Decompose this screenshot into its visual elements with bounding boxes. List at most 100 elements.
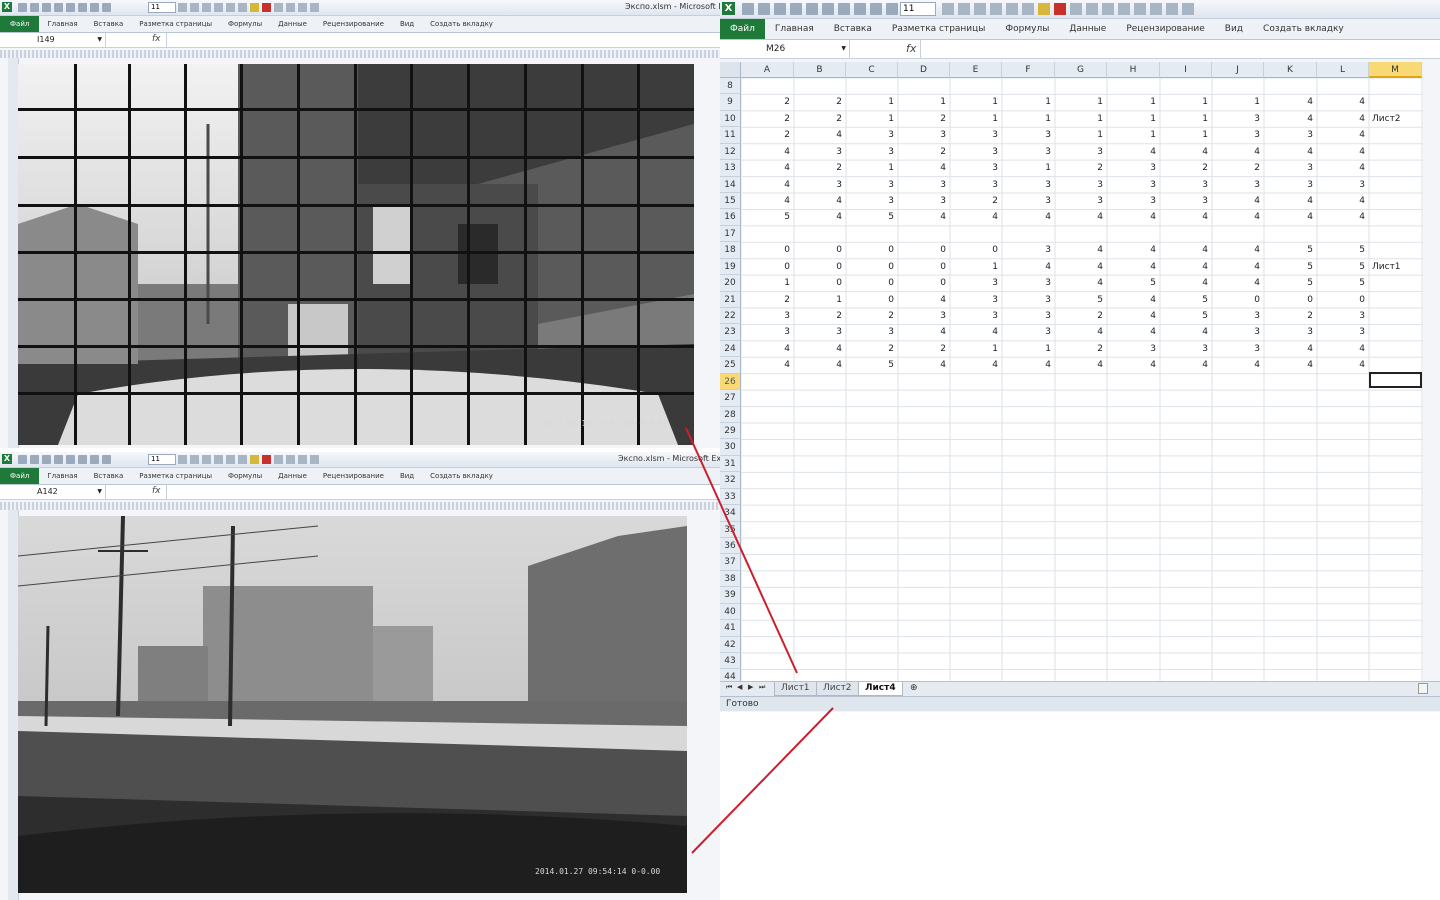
cell-i25[interactable]: 4 [1160, 357, 1212, 373]
cell-l10[interactable]: 4 [1317, 111, 1369, 127]
cell-b22[interactable]: 2 [794, 308, 846, 324]
row-header-24[interactable]: 24 [720, 340, 741, 358]
cell-h12[interactable]: 4 [1107, 144, 1160, 160]
tab-review[interactable]: Рецензирование [1116, 24, 1214, 34]
cell-h24[interactable]: 3 [1107, 341, 1160, 357]
cell-f14[interactable]: 3 [1002, 177, 1055, 193]
horizontal-scrollbar[interactable] [1418, 683, 1428, 694]
cell-f13[interactable]: 1 [1002, 160, 1055, 176]
column-header-l[interactable]: L [1317, 62, 1369, 78]
cell-i9[interactable]: 1 [1160, 94, 1212, 110]
cell-k12[interactable]: 4 [1264, 144, 1317, 160]
cell-a21[interactable]: 2 [741, 292, 794, 308]
cell-e18[interactable]: 0 [950, 242, 1002, 258]
cell-a16[interactable]: 5 [741, 209, 794, 225]
tab-create[interactable]: Создать вкладку [422, 20, 501, 28]
cell-f21[interactable]: 3 [1002, 292, 1055, 308]
row-header-15[interactable]: 15 [720, 193, 741, 210]
cell-j13[interactable]: 2 [1212, 160, 1264, 176]
row-header-26[interactable]: 26 [720, 373, 741, 391]
cell-f23[interactable]: 3 [1002, 324, 1055, 340]
quick-access-icons[interactable] [742, 3, 898, 15]
tab-file[interactable]: Файл [0, 16, 40, 32]
tab-home[interactable]: Главная [765, 24, 824, 34]
cell-i14[interactable]: 3 [1160, 177, 1212, 193]
cell-l9[interactable]: 4 [1317, 94, 1369, 110]
cell-g12[interactable]: 3 [1055, 144, 1107, 160]
tab-insert[interactable]: Вставка [86, 20, 132, 28]
column-header-k[interactable]: K [1264, 62, 1317, 78]
cell-e23[interactable]: 4 [950, 324, 1002, 340]
cell-f12[interactable]: 3 [1002, 144, 1055, 160]
cell-e24[interactable]: 1 [950, 341, 1002, 357]
cell-h14[interactable]: 3 [1107, 177, 1160, 193]
cell-b16[interactable]: 4 [794, 209, 846, 225]
name-box[interactable]: M26 ▼ [720, 40, 850, 58]
cell-h11[interactable]: 1 [1107, 127, 1160, 143]
cell-j20[interactable]: 4 [1212, 275, 1264, 291]
cell-d12[interactable]: 2 [898, 144, 950, 160]
cell-k9[interactable]: 4 [1264, 94, 1317, 110]
cell-f11[interactable]: 3 [1002, 127, 1055, 143]
cell-j16[interactable]: 4 [1212, 209, 1264, 225]
cell-b9[interactable]: 2 [794, 94, 846, 110]
cell-e15[interactable]: 2 [950, 193, 1002, 209]
font-size-box[interactable]: 11 [148, 2, 176, 13]
cell-f24[interactable]: 1 [1002, 341, 1055, 357]
cell-i16[interactable]: 4 [1160, 209, 1212, 225]
cell-d23[interactable]: 4 [898, 324, 950, 340]
row-header-34[interactable]: 34 [720, 505, 741, 522]
cell-d14[interactable]: 3 [898, 177, 950, 193]
cell-i13[interactable]: 2 [1160, 160, 1212, 176]
cell-g15[interactable]: 3 [1055, 193, 1107, 209]
cell-k19[interactable]: 5 [1264, 259, 1317, 275]
tab-view[interactable]: Вид [392, 472, 422, 480]
cell-b21[interactable]: 1 [794, 292, 846, 308]
cell-f22[interactable]: 3 [1002, 308, 1055, 324]
function-icon[interactable]: fx [152, 34, 161, 44]
cell-j12[interactable]: 4 [1212, 144, 1264, 160]
cell-j22[interactable]: 3 [1212, 308, 1264, 324]
cell-c18[interactable]: 0 [846, 242, 898, 258]
cell-i10[interactable]: 1 [1160, 111, 1212, 127]
chevron-down-icon[interactable]: ▼ [841, 40, 846, 58]
tab-home[interactable]: Главная [39, 472, 85, 480]
row-header-30[interactable]: 30 [720, 439, 741, 456]
tab-create[interactable]: Создать вкладку [1253, 24, 1354, 34]
cell-l13[interactable]: 4 [1317, 160, 1369, 176]
column-header-d[interactable]: D [898, 62, 950, 78]
tab-data[interactable]: Данные [1059, 24, 1116, 34]
cell-a15[interactable]: 4 [741, 193, 794, 209]
cell-g14[interactable]: 3 [1055, 177, 1107, 193]
cell-k13[interactable]: 3 [1264, 160, 1317, 176]
cell-l15[interactable]: 4 [1317, 193, 1369, 209]
cell-c12[interactable]: 3 [846, 144, 898, 160]
cell-i18[interactable]: 4 [1160, 242, 1212, 258]
tab-page-layout[interactable]: Разметка страницы [131, 472, 220, 480]
cell-k24[interactable]: 4 [1264, 341, 1317, 357]
cell-d10[interactable]: 2 [898, 111, 950, 127]
cell-e19[interactable]: 1 [950, 259, 1002, 275]
cell-j25[interactable]: 4 [1212, 357, 1264, 373]
row-header-33[interactable]: 33 [720, 488, 741, 506]
cell-c13[interactable]: 1 [846, 160, 898, 176]
cell-b15[interactable]: 4 [794, 193, 846, 209]
cell-l20[interactable]: 5 [1317, 275, 1369, 291]
format-toolbar-icons[interactable] [178, 455, 319, 464]
cell-g22[interactable]: 2 [1055, 308, 1107, 324]
cell-j19[interactable]: 4 [1212, 259, 1264, 275]
cell-f25[interactable]: 4 [1002, 357, 1055, 373]
function-icon[interactable]: fx [152, 486, 161, 496]
cell-h23[interactable]: 4 [1107, 324, 1160, 340]
cell-a11[interactable]: 2 [741, 127, 794, 143]
cell-j9[interactable]: 1 [1212, 94, 1264, 110]
cell-a18[interactable]: 0 [741, 242, 794, 258]
cell-d18[interactable]: 0 [898, 242, 950, 258]
cell-i22[interactable]: 5 [1160, 308, 1212, 324]
cell-e14[interactable]: 3 [950, 177, 1002, 193]
cell-c9[interactable]: 1 [846, 94, 898, 110]
cell-j10[interactable]: 3 [1212, 111, 1264, 127]
cell-l14[interactable]: 3 [1317, 177, 1369, 193]
row-header-37[interactable]: 37 [720, 554, 741, 571]
cell-c15[interactable]: 3 [846, 193, 898, 209]
